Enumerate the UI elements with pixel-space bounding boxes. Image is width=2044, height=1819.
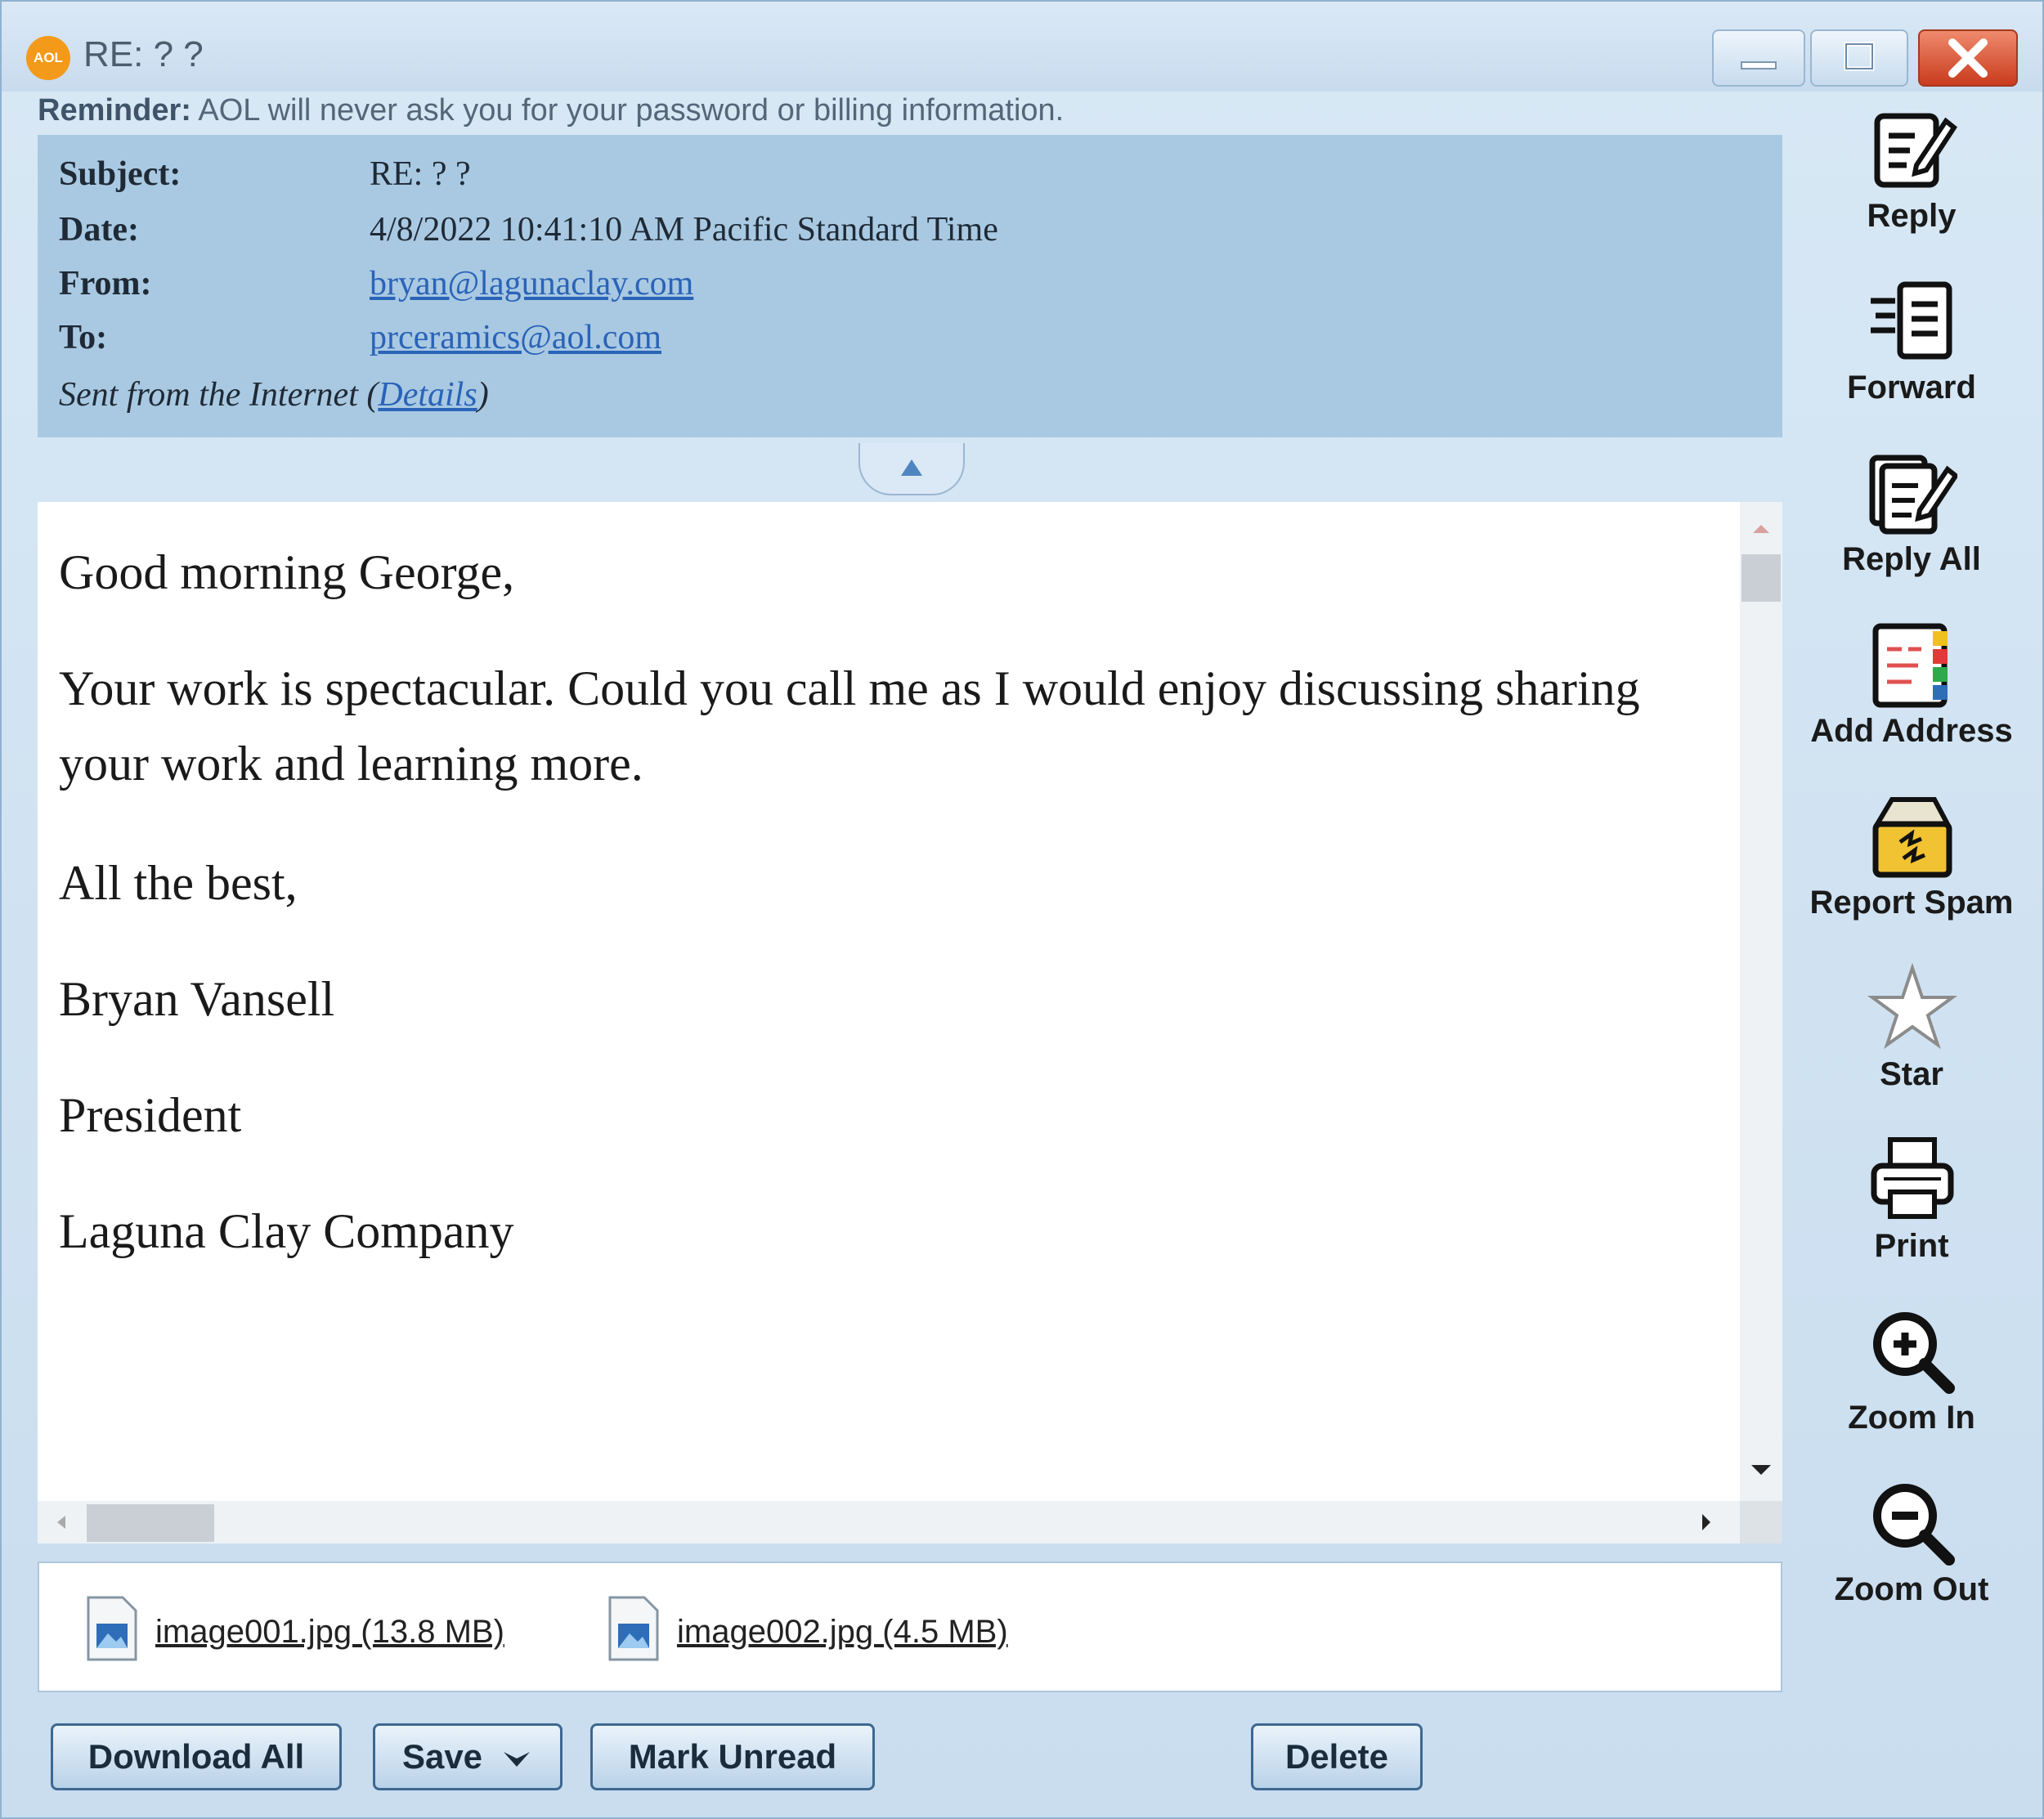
details-link[interactable]: Details xyxy=(378,376,477,414)
address-book-icon xyxy=(1872,623,1948,708)
zoom-out-label: Zoom Out xyxy=(1834,1571,1989,1607)
attachment-name[interactable]: image001.jpg (13.8 MB) xyxy=(155,1614,504,1651)
reply-all-icon xyxy=(1869,455,1957,535)
reminder-text: AOL will never ask you for your password… xyxy=(198,93,1065,128)
add-address-button[interactable]: Add Address xyxy=(1797,620,2026,783)
date-value: 4/8/2022 10:41:10 AM Pacific Standard Ti… xyxy=(370,211,998,249)
minimize-icon xyxy=(1741,61,1777,69)
hscroll-arrows xyxy=(57,1514,1710,1530)
report-spam-label: Report Spam xyxy=(1809,885,2014,921)
sent-prefix: Sent from the Internet ( xyxy=(59,376,379,414)
chevron-down-icon xyxy=(504,1751,531,1767)
scroll-left-arrow-icon[interactable] xyxy=(57,1516,65,1529)
signature-title: President xyxy=(59,1088,242,1142)
message-body: Good morning George, Your work is specta… xyxy=(38,502,1740,1501)
forward-icon xyxy=(1871,281,1952,360)
zoom-out-icon xyxy=(1873,1484,1955,1566)
subject-label: Subject: xyxy=(59,155,182,193)
sent-suffix: ) xyxy=(477,376,489,414)
print-label: Print xyxy=(1874,1228,1949,1264)
zoom-in-button[interactable]: Zoom In xyxy=(1797,1306,2026,1470)
vertical-scrollbar[interactable] xyxy=(1740,502,1782,1501)
print-button[interactable]: Print xyxy=(1797,1135,2026,1298)
mark-unread-label: Mark Unread xyxy=(628,1737,837,1776)
scroll-arrows xyxy=(1751,525,1771,1475)
message-header: Subject: RE: ? ? Date: 4/8/2022 10:41:10… xyxy=(38,135,1782,437)
sent-from-line: Sent from the Internet (Details) xyxy=(59,375,489,414)
window-title: RE: ? ? xyxy=(83,34,204,74)
email-window: AOL RE: ? ? Reminder: AOL will never ask… xyxy=(0,0,2044,1819)
scroll-right-arrow-icon[interactable] xyxy=(1702,1514,1710,1530)
from-link[interactable]: bryan@lagunaclay.com xyxy=(370,264,693,303)
from-label: From: xyxy=(59,265,152,302)
minimize-button[interactable] xyxy=(1712,29,1805,87)
star-label: Star xyxy=(1880,1056,1943,1092)
greeting: Good morning George, xyxy=(59,545,515,599)
reply-icon xyxy=(1874,113,1957,188)
vertical-scroll-thumb[interactable] xyxy=(1741,554,1781,602)
scroll-corner xyxy=(1740,1501,1782,1543)
maximize-button[interactable] xyxy=(1810,29,1908,87)
closing: All the best, xyxy=(59,856,298,910)
reply-all-button[interactable]: Reply All xyxy=(1797,448,2026,612)
attachments-pane: image001.jpg (13.8 MB) image002.jpg (4.5… xyxy=(38,1561,1782,1692)
forward-label: Forward xyxy=(1847,370,1976,405)
delete-button[interactable]: Delete xyxy=(1251,1723,1423,1790)
zoom-out-button[interactable]: Zoom Out xyxy=(1797,1478,2026,1642)
delete-label: Delete xyxy=(1284,1737,1389,1776)
attachment-name[interactable]: image002.jpg (4.5 MB) xyxy=(677,1614,1008,1651)
title-bar: AOL RE: ? ? xyxy=(2,2,2042,92)
save-button[interactable]: Save xyxy=(373,1723,563,1790)
download-all-button[interactable]: Download All xyxy=(51,1723,342,1790)
star-icon xyxy=(1867,963,1957,1050)
zoom-in-icon xyxy=(1873,1312,1955,1394)
download-all-label: Download All xyxy=(87,1737,305,1776)
forward-button[interactable]: Forward xyxy=(1797,276,2026,440)
aol-logo-icon: AOL xyxy=(26,36,70,80)
horizontal-scrollbar[interactable] xyxy=(38,1501,1740,1543)
signature-name: Bryan Vansell xyxy=(59,972,335,1026)
printer-icon xyxy=(1871,1137,1954,1219)
reminder-label: Reminder: xyxy=(38,93,191,128)
signature-company: Laguna Clay Company xyxy=(59,1204,514,1258)
scroll-up-arrow-icon[interactable] xyxy=(1753,525,1769,533)
zoom-in-label: Zoom In xyxy=(1848,1400,1975,1436)
collapse-header-button[interactable] xyxy=(858,443,965,495)
star-button[interactable]: Star xyxy=(1797,963,2026,1127)
to-label: To: xyxy=(59,319,108,356)
image-file-icon xyxy=(87,1596,137,1661)
horizontal-scroll-thumb[interactable] xyxy=(87,1504,214,1542)
close-icon xyxy=(1948,38,1988,78)
save-label: Save xyxy=(401,1737,483,1776)
body-paragraph: Your work is spectacular. Could you call… xyxy=(59,661,1640,791)
report-spam-button[interactable]: Report Spam xyxy=(1797,791,2026,955)
mark-unread-button[interactable]: Mark Unread xyxy=(590,1723,875,1790)
security-reminder: Reminder: AOL will never ask you for you… xyxy=(38,93,1064,128)
image-file-icon xyxy=(608,1596,659,1661)
reply-label: Reply xyxy=(1867,198,1957,234)
to-link[interactable]: prceramics@aol.com xyxy=(370,318,661,357)
close-button[interactable] xyxy=(1918,29,2018,87)
subject-value: RE: ? ? xyxy=(370,155,471,193)
date-label: Date: xyxy=(59,211,139,249)
reply-button[interactable]: Reply xyxy=(1797,105,2026,268)
scroll-down-arrow-icon[interactable] xyxy=(1751,1465,1771,1475)
reply-all-label: Reply All xyxy=(1842,541,1981,577)
chevron-up-icon xyxy=(901,459,922,476)
add-address-label: Add Address xyxy=(1810,713,2013,749)
spam-icon xyxy=(1872,797,1952,878)
maximize-icon xyxy=(1844,42,1875,71)
